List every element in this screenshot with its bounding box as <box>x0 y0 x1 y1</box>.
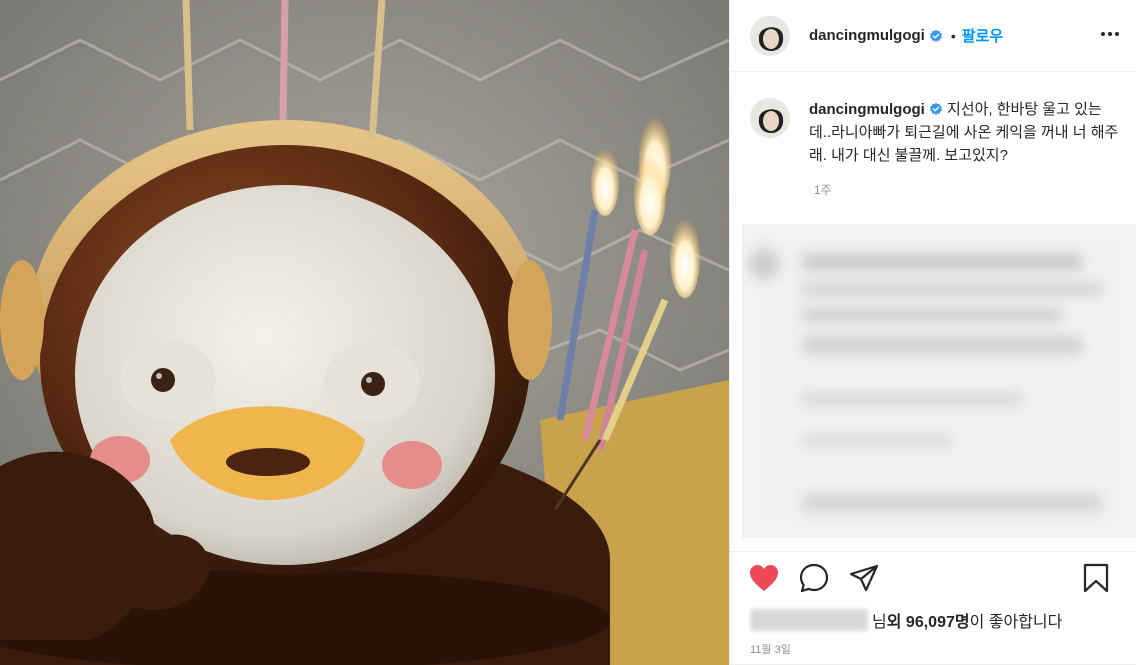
post-sidebar: dancingmulgogi • 팔로우 dancingmulgogi 지선아,… <box>729 0 1136 665</box>
post-header: dancingmulgogi • 팔로우 <box>730 0 1136 72</box>
likes-suffix: 이 좋아합니다 <box>969 614 1063 631</box>
verified-badge-icon <box>929 102 942 116</box>
instagram-post: dancingmulgogi • 팔로우 dancingmulgogi 지선아,… <box>0 0 1136 665</box>
separator-dot: • <box>950 27 956 44</box>
post-photo[interactable] <box>0 0 729 665</box>
blurred-comments <box>742 224 1136 538</box>
cake-photo <box>0 0 729 665</box>
likes-prefix: 님 <box>872 614 887 631</box>
caption-avatar[interactable] <box>750 98 790 138</box>
bookmark-icon[interactable] <box>1080 562 1112 594</box>
blurred-liker <box>750 609 868 631</box>
post-date: 11월 3일 <box>730 637 1136 665</box>
share-icon[interactable] <box>848 562 880 594</box>
caption-text: dancingmulgogi 지선아, 한바탕 울고 있는데..라니아빠가 퇴근… <box>809 98 1120 167</box>
caption: dancingmulgogi 지선아, 한바탕 울고 있는데..라니아빠가 퇴근… <box>750 98 1120 167</box>
more-options-icon[interactable] <box>1098 22 1122 46</box>
heart-icon[interactable] <box>748 562 780 594</box>
likes-summary: 님 외 96,097명 이 좋아합니다 <box>730 603 1136 637</box>
caption-username[interactable]: dancingmulgogi <box>809 101 925 118</box>
caption-age: 1주 <box>814 183 832 197</box>
avatar[interactable] <box>750 15 790 56</box>
action-bar <box>730 551 1136 603</box>
verified-badge-icon <box>929 29 942 42</box>
comment-icon[interactable] <box>798 562 830 594</box>
likes-and: 외 <box>886 614 902 631</box>
username[interactable]: dancingmulgogi <box>809 27 925 44</box>
comments-area: dancingmulgogi 지선아, 한바탕 울고 있는데..라니아빠가 퇴근… <box>730 72 1136 551</box>
follow-button[interactable]: 팔로우 <box>962 25 1003 46</box>
likes-count[interactable]: 96,097명 <box>906 608 970 632</box>
